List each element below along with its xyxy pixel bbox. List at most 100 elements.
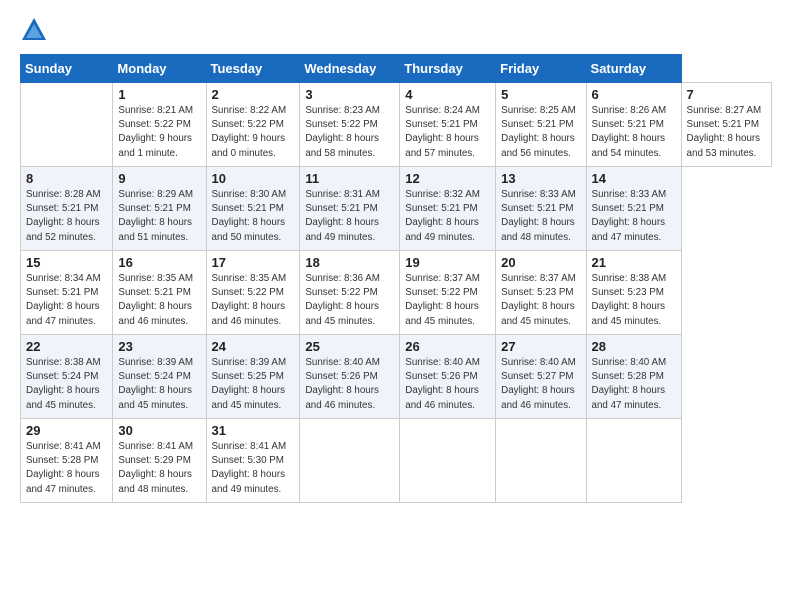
header: [20, 16, 772, 44]
day-number: 26: [405, 339, 490, 354]
calendar-cell: 12 Sunrise: 8:32 AMSunset: 5:21 PMDayligh…: [400, 167, 496, 251]
calendar-header-saturday: Saturday: [586, 55, 681, 83]
day-info: Sunrise: 8:32 AMSunset: 5:21 PMDaylight:…: [405, 189, 480, 243]
calendar-table: SundayMondayTuesdayWednesdayThursdayFrid…: [20, 54, 772, 503]
day-info: Sunrise: 8:41 AMSunset: 5:28 PMDaylight:…: [26, 441, 101, 495]
calendar-week-5: 29Sunrise: 8:41 AMSunset: 5:28 PMDayligh…: [21, 419, 772, 503]
day-info: Sunrise: 8:38 AMSunset: 5:23 PMDaylight:…: [592, 273, 667, 327]
logo: [20, 16, 52, 44]
calendar-cell: 26 Sunrise: 8:40 AMSunset: 5:26 PMDayligh…: [400, 335, 496, 419]
calendar-cell: 28Sunrise: 8:40 AMSunset: 5:28 PMDayligh…: [586, 335, 681, 419]
day-info: Sunrise: 8:41 AMSunset: 5:29 PMDaylight:…: [118, 441, 193, 495]
calendar-cell: 21 Sunrise: 8:38 AMSunset: 5:23 PMDayligh…: [586, 251, 681, 335]
day-number: 25: [305, 339, 394, 354]
calendar-cell: 13 Sunrise: 8:33 AMSunset: 5:21 PMDayligh…: [496, 167, 586, 251]
day-info: Sunrise: 8:36 AMSunset: 5:22 PMDaylight:…: [305, 273, 380, 327]
calendar-cell: 16 Sunrise: 8:35 AMSunset: 5:21 PMDayligh…: [113, 251, 206, 335]
calendar-cell: 15 Sunrise: 8:34 AMSunset: 5:21 PMDayligh…: [21, 251, 113, 335]
day-number: 9: [118, 171, 200, 186]
day-info: Sunrise: 8:25 AMSunset: 5:21 PMDaylight:…: [501, 105, 576, 159]
calendar-cell: 25Sunrise: 8:40 AMSunset: 5:26 PMDayligh…: [300, 335, 400, 419]
calendar-header-wednesday: Wednesday: [300, 55, 400, 83]
calendar-week-3: 15 Sunrise: 8:34 AMSunset: 5:21 PMDayligh…: [21, 251, 772, 335]
day-info: Sunrise: 8:29 AMSunset: 5:21 PMDaylight:…: [118, 189, 193, 243]
calendar-week-4: 22 Sunrise: 8:38 AMSunset: 5:24 PMDayligh…: [21, 335, 772, 419]
day-number: 15: [26, 255, 107, 270]
day-number: 22: [26, 339, 107, 354]
calendar-header-tuesday: Tuesday: [206, 55, 300, 83]
calendar-header-friday: Friday: [496, 55, 586, 83]
calendar-cell: [21, 83, 113, 167]
day-number: 5: [501, 87, 580, 102]
day-info: Sunrise: 8:41 AMSunset: 5:30 PMDaylight:…: [212, 441, 287, 495]
day-info: Sunrise: 8:33 AMSunset: 5:21 PMDaylight:…: [592, 189, 667, 243]
day-number: 17: [212, 255, 295, 270]
calendar-cell: [400, 419, 496, 503]
day-number: 19: [405, 255, 490, 270]
day-info: Sunrise: 8:40 AMSunset: 5:26 PMDaylight:…: [405, 357, 480, 411]
calendar-cell: [300, 419, 400, 503]
calendar-week-1: 1Sunrise: 8:21 AMSunset: 5:22 PMDaylight…: [21, 83, 772, 167]
calendar-cell: 20Sunrise: 8:37 AMSunset: 5:23 PMDayligh…: [496, 251, 586, 335]
calendar-cell: 27 Sunrise: 8:40 AMSunset: 5:27 PMDayligh…: [496, 335, 586, 419]
day-number: 8: [26, 171, 107, 186]
day-info: Sunrise: 8:33 AMSunset: 5:21 PMDaylight:…: [501, 189, 576, 243]
day-number: 18: [305, 255, 394, 270]
calendar-cell: 8 Sunrise: 8:28 AMSunset: 5:21 PMDaylight…: [21, 167, 113, 251]
calendar-cell: 14 Sunrise: 8:33 AMSunset: 5:21 PMDayligh…: [586, 167, 681, 251]
calendar-cell: 24Sunrise: 8:39 AMSunset: 5:25 PMDayligh…: [206, 335, 300, 419]
calendar-cell: 18 Sunrise: 8:36 AMSunset: 5:22 PMDayligh…: [300, 251, 400, 335]
calendar-cell: 5 Sunrise: 8:25 AMSunset: 5:21 PMDaylight…: [496, 83, 586, 167]
calendar-cell: 7Sunrise: 8:27 AMSunset: 5:21 PMDaylight…: [681, 83, 771, 167]
day-info: Sunrise: 8:22 AMSunset: 5:22 PMDaylight:…: [212, 105, 287, 159]
calendar-cell: 11Sunrise: 8:31 AMSunset: 5:21 PMDayligh…: [300, 167, 400, 251]
day-info: Sunrise: 8:39 AMSunset: 5:24 PMDaylight:…: [118, 357, 193, 411]
day-info: Sunrise: 8:35 AMSunset: 5:21 PMDaylight:…: [118, 273, 193, 327]
day-info: Sunrise: 8:37 AMSunset: 5:22 PMDaylight:…: [405, 273, 480, 327]
calendar-cell: 4 Sunrise: 8:24 AMSunset: 5:21 PMDaylight…: [400, 83, 496, 167]
day-number: 21: [592, 255, 676, 270]
calendar-cell: 1Sunrise: 8:21 AMSunset: 5:22 PMDaylight…: [113, 83, 206, 167]
day-info: Sunrise: 8:28 AMSunset: 5:21 PMDaylight:…: [26, 189, 101, 243]
calendar-week-2: 8 Sunrise: 8:28 AMSunset: 5:21 PMDaylight…: [21, 167, 772, 251]
page-container: SundayMondayTuesdayWednesdayThursdayFrid…: [0, 0, 792, 513]
day-info: Sunrise: 8:24 AMSunset: 5:21 PMDaylight:…: [405, 105, 480, 159]
calendar-cell: 23 Sunrise: 8:39 AMSunset: 5:24 PMDayligh…: [113, 335, 206, 419]
calendar-cell: 6Sunrise: 8:26 AMSunset: 5:21 PMDaylight…: [586, 83, 681, 167]
calendar-header-thursday: Thursday: [400, 55, 496, 83]
calendar-cell: 2Sunrise: 8:22 AMSunset: 5:22 PMDaylight…: [206, 83, 300, 167]
day-info: Sunrise: 8:23 AMSunset: 5:22 PMDaylight:…: [305, 105, 380, 159]
day-info: Sunrise: 8:35 AMSunset: 5:22 PMDaylight:…: [212, 273, 287, 327]
day-number: 27: [501, 339, 580, 354]
day-info: Sunrise: 8:40 AMSunset: 5:27 PMDaylight:…: [501, 357, 576, 411]
day-info: Sunrise: 8:31 AMSunset: 5:21 PMDaylight:…: [305, 189, 380, 243]
day-info: Sunrise: 8:40 AMSunset: 5:28 PMDaylight:…: [592, 357, 667, 411]
day-number: 31: [212, 423, 295, 438]
day-info: Sunrise: 8:37 AMSunset: 5:23 PMDaylight:…: [501, 273, 576, 327]
day-number: 12: [405, 171, 490, 186]
calendar-cell: 9 Sunrise: 8:29 AMSunset: 5:21 PMDaylight…: [113, 167, 206, 251]
calendar-cell: 31 Sunrise: 8:41 AMSunset: 5:30 PMDayligh…: [206, 419, 300, 503]
calendar-cell: 22 Sunrise: 8:38 AMSunset: 5:24 PMDayligh…: [21, 335, 113, 419]
day-number: 7: [687, 87, 766, 102]
day-number: 10: [212, 171, 295, 186]
day-number: 14: [592, 171, 676, 186]
calendar-cell: 30Sunrise: 8:41 AMSunset: 5:29 PMDayligh…: [113, 419, 206, 503]
day-number: 4: [405, 87, 490, 102]
day-number: 13: [501, 171, 580, 186]
day-number: 23: [118, 339, 200, 354]
calendar-cell: 17 Sunrise: 8:35 AMSunset: 5:22 PMDayligh…: [206, 251, 300, 335]
day-number: 16: [118, 255, 200, 270]
calendar-cell: [586, 419, 681, 503]
calendar-header-sunday: Sunday: [21, 55, 113, 83]
day-info: Sunrise: 8:34 AMSunset: 5:21 PMDaylight:…: [26, 273, 101, 327]
calendar-cell: [496, 419, 586, 503]
day-info: Sunrise: 8:39 AMSunset: 5:25 PMDaylight:…: [212, 357, 287, 411]
calendar-header-monday: Monday: [113, 55, 206, 83]
day-number: 3: [305, 87, 394, 102]
calendar-header-row: SundayMondayTuesdayWednesdayThursdayFrid…: [21, 55, 772, 83]
calendar-cell: 10Sunrise: 8:30 AMSunset: 5:21 PMDayligh…: [206, 167, 300, 251]
day-info: Sunrise: 8:38 AMSunset: 5:24 PMDaylight:…: [26, 357, 101, 411]
calendar-cell: 29Sunrise: 8:41 AMSunset: 5:28 PMDayligh…: [21, 419, 113, 503]
day-number: 6: [592, 87, 676, 102]
